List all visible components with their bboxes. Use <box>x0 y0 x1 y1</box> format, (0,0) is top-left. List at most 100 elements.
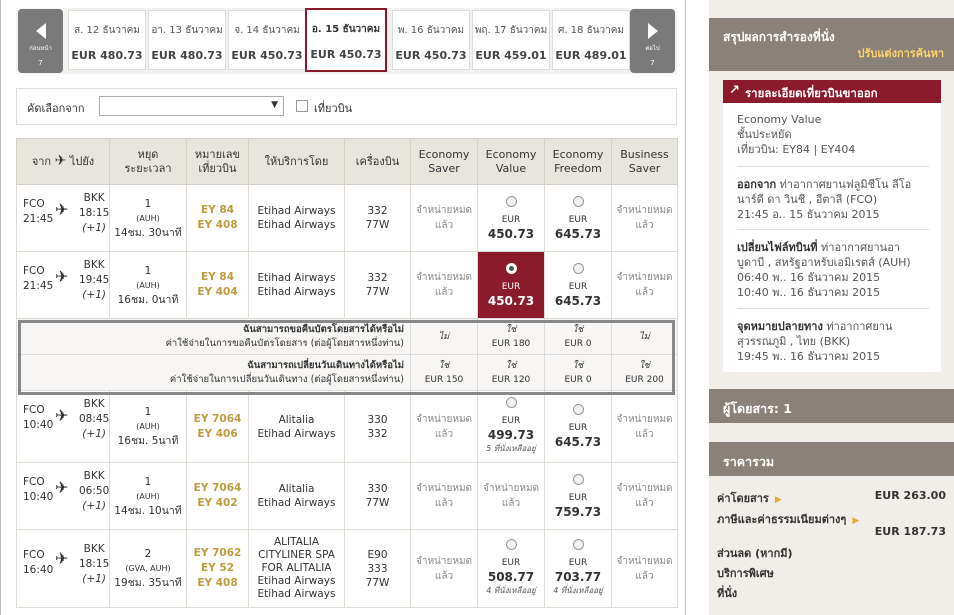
fare-radio[interactable] <box>572 262 584 274</box>
stops-cell: 2 (GVA, AUH) 19ชม. 35นาที <box>109 529 187 608</box>
dep-code: FCO <box>23 265 45 277</box>
day-plus: (+1) <box>82 428 106 440</box>
fare-radio[interactable] <box>572 195 584 207</box>
fare-radio[interactable] <box>505 195 517 207</box>
soldout-text: แล้ว <box>635 428 654 440</box>
flight-number[interactable]: EY 402 <box>197 497 237 509</box>
flight-number[interactable]: EY 408 <box>197 577 237 589</box>
flight-checkbox[interactable] <box>296 100 308 112</box>
fare-cell[interactable]: EUR 508.77 4 ที่นั่งเหลืออยู่ <box>477 529 545 608</box>
tax-row[interactable]: ภาษีและค่าธรรมเนียมต่างๆ ▶ <box>717 510 859 528</box>
soldout-text: จำหน่ายหมด <box>415 555 473 567</box>
fare-cell-selected[interactable]: EUR 450.73 <box>477 251 545 319</box>
flight-number[interactable]: EY 7064 <box>194 413 242 425</box>
operator-cell: ALITALIA CITYLINER SPA FOR ALITALIA Etihad … <box>248 529 345 608</box>
fare-cell-soldout: จำหน่ายหมด แล้ว <box>410 251 478 319</box>
connection-arrive: 06:40 พ.. 16 ธันวาคม 2015 <box>737 271 881 284</box>
divider <box>737 229 929 230</box>
fare-radio[interactable] <box>572 473 584 485</box>
arr-code: BKK <box>83 259 105 271</box>
dep-time: 10:40 <box>23 419 54 431</box>
refund-condition-row: ฉันสามารถขอคืนบัตรโดยสารได้หรือไม่ ค่าใช้… <box>16 318 678 355</box>
date-cell-selected[interactable]: อ. 15 ธันวาคม EUR 450.73 <box>305 8 387 72</box>
filter-select[interactable]: ▼ <box>99 96 284 116</box>
summary-header: สรุปผลการสำรองที่นั่ง ปรับแต่งการค้นหา <box>709 18 954 71</box>
flight-number[interactable]: EY 404 <box>197 286 237 298</box>
arr-code: BKK <box>83 470 105 482</box>
date-cell[interactable]: อา. 13 ธันวาคม EUR 480.73 <box>148 10 226 70</box>
soldout-text: แล้ว <box>635 498 654 509</box>
flight-number[interactable]: EY 7064 <box>194 482 242 494</box>
col-eco-value: Economy Value <box>477 138 545 185</box>
date-cell[interactable]: ศ. 18 ธันวาคม EUR 489.01 <box>552 10 630 70</box>
header-aircraft: เครื่องบิน <box>355 154 400 168</box>
operator: Etihad Airways <box>257 272 336 284</box>
fare-radio[interactable] <box>505 397 517 408</box>
next-week-button[interactable]: ต่อไป 7 <box>630 9 675 73</box>
arrow-up-right-icon: ↗ <box>729 83 740 98</box>
condition-fee: EUR 180 <box>491 338 531 349</box>
flight-number[interactable]: EY 84 <box>201 271 234 283</box>
fare-radio-selected[interactable] <box>505 262 517 274</box>
departure-label: ออกจาก <box>737 178 777 191</box>
duration: 16ชม. 0นาที <box>117 293 179 306</box>
date-cell[interactable]: พ. 16 ธันวาคม EUR 450.73 <box>392 10 470 70</box>
condition-fee: EUR 0 <box>564 374 592 385</box>
date-cell[interactable]: ส. 12 ธันวาคม EUR 480.73 <box>68 10 146 70</box>
stops-count: 1 <box>144 475 152 488</box>
flight-cell: EY 7064 EY 402 <box>186 462 249 530</box>
flight-number[interactable]: EY 406 <box>197 428 237 440</box>
tax-label: ภาษีและค่าธรรมเนียมต่างๆ <box>717 513 847 526</box>
fare-cell[interactable]: EUR 759.73 <box>544 462 612 530</box>
soldout-text: จำหน่ายหมด <box>415 483 473 494</box>
flight-number[interactable]: EY 408 <box>197 219 237 231</box>
fare-radio[interactable] <box>505 539 517 550</box>
stops-via: (AUH) <box>136 491 160 501</box>
aircraft: 332 <box>367 272 388 284</box>
divider <box>737 308 929 309</box>
condition-question: ฉันสามารถขอคืนบัตรโดยสารได้หรือไม่ <box>242 323 404 335</box>
date-label: จ. 14 ธันวาคม <box>234 25 300 36</box>
triangle-right-icon: ▶ <box>852 516 860 526</box>
total-title: ราคารวม <box>723 454 775 469</box>
currency: EUR <box>568 423 588 433</box>
fare-cell-soldout: จำหน่ายหมด แล้ว <box>611 529 678 608</box>
fare-cell-soldout: จำหน่ายหมด แล้ว <box>477 462 545 530</box>
date-label: ส. 12 ธันวาคม <box>74 25 140 36</box>
operator: Etihad Airways <box>257 219 336 231</box>
fare-radio[interactable] <box>572 404 584 415</box>
condition-answer: ใช่ <box>572 324 584 335</box>
route-cell: FCO 21:45 ✈ BKK 18:15 (+1) <box>16 184 110 252</box>
flight-number[interactable]: EY 7062 <box>194 547 242 559</box>
fare-cell[interactable]: EUR 499.73 5 ที่นั่งเหลืออยู่ <box>477 390 545 463</box>
next-num: 7 <box>650 59 655 67</box>
fare-cell[interactable]: EUR 703.77 4 ที่นั่งเหลืออยู่ <box>544 529 612 608</box>
arrow-right-icon <box>647 23 658 39</box>
aircraft-cell: E90 333 77W <box>344 529 411 608</box>
fare-radio[interactable] <box>572 539 584 550</box>
fare-cell[interactable]: EUR 645.73 <box>544 184 612 252</box>
fare-row[interactable]: ค่าโดยสาร ▶ <box>717 489 782 507</box>
col-operator: ให้บริการโดย <box>248 138 345 185</box>
special-services-label: บริการพิเศษ <box>717 567 774 580</box>
flight-numbers: เที่ยวบิน: EY84 | EY404 <box>737 143 856 156</box>
condition-cell: ใช่ EUR 200 <box>611 354 678 391</box>
date-cell[interactable]: พฤ. 17 ธันวาคม EUR 459.01 <box>472 10 550 70</box>
modify-search-link[interactable]: ปรับแต่งการค้นหา <box>857 44 944 62</box>
prev-week-button[interactable]: ก่อนหน้า 7 <box>18 9 63 73</box>
fare-cell-soldout: จำหน่ายหมด แล้ว <box>611 390 678 463</box>
outbound-header[interactable]: ↗ รายละเอียดเที่ยวบินขาออก <box>723 80 941 103</box>
flight-number[interactable]: EY 84 <box>201 204 234 216</box>
flight-number[interactable]: EY 52 <box>201 562 234 574</box>
tax-value: EUR 187.73 <box>874 525 946 538</box>
arr-time: 19:45 <box>79 274 110 286</box>
fare-price: 450.73 <box>487 293 535 308</box>
fare-cell[interactable]: EUR 450.73 <box>477 184 545 252</box>
fare-cell[interactable]: EUR 645.73 <box>544 251 612 319</box>
date-price: EUR 450.73 <box>231 49 303 62</box>
date-cell[interactable]: จ. 14 ธันวาคม EUR 450.73 <box>228 10 306 70</box>
fare-cell-soldout: จำหน่ายหมด แล้ว <box>611 184 678 252</box>
col-stops: หยุด ระยะเวลา <box>109 138 187 185</box>
connection-airport-cont: บูดาบี , สหรัฐอาหรับเอมิเรตส์ (AUH) <box>737 256 911 269</box>
fare-cell[interactable]: EUR 645.73 <box>544 390 612 463</box>
